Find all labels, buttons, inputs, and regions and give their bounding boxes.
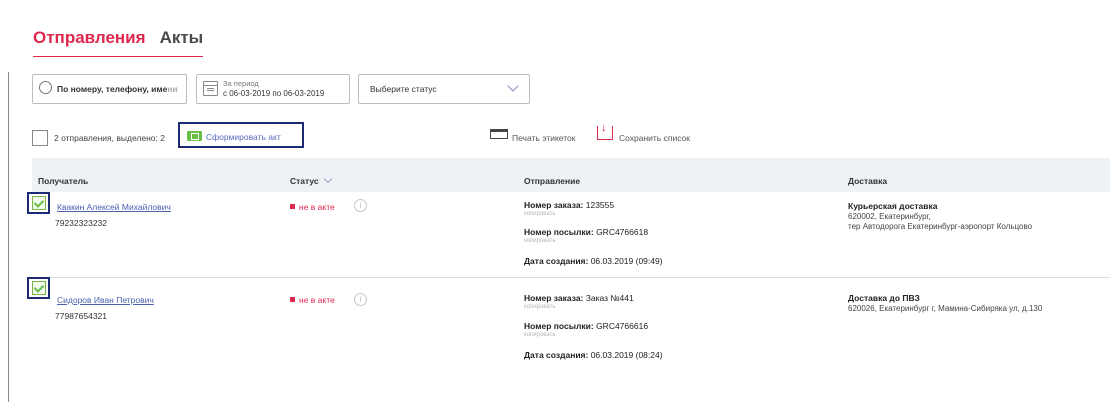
delivery-address-line-1: 620002, Екатеринбург, <box>848 212 931 221</box>
delivery-type: Доставка до ПВЗ <box>848 293 920 303</box>
search-placeholder: По номеру, телефону, имени <box>57 84 178 94</box>
period-value: с 06-03-2019 по 06-03-2019 <box>223 89 325 98</box>
order-number: Номер заказа: Заказ №441 <box>524 293 634 303</box>
created-date: Дата создания: 06.03.2019 (08:24) <box>524 350 663 360</box>
delivery-address-line-1: 620026, Екатеринбург г, Мамина-Сибиряка … <box>848 304 1043 313</box>
delivery-type: Курьерская доставка <box>848 201 938 211</box>
table-row: Квакин Алексей Михайлович 79232323232 не… <box>27 192 1110 278</box>
copy-order-link[interactable]: копировать <box>524 211 556 217</box>
left-divider <box>8 72 9 402</box>
table-row: Сидоров Иван Петрович 77987654321 не в а… <box>27 277 1110 387</box>
search-input[interactable]: По номеру, телефону, имени <box>32 74 187 104</box>
created-date: Дата создания: 06.03.2019 (09:49) <box>524 256 663 266</box>
order-number: Номер заказа: 123555 <box>524 200 615 210</box>
tabs: Отправления Акты <box>33 28 203 54</box>
save-list-label: Сохранить список <box>619 133 690 143</box>
recipient-phone: 77987654321 <box>55 311 108 321</box>
table-header: Получатель Статус Отправление Доставка <box>32 158 1110 192</box>
select-all-checkbox[interactable] <box>32 130 48 146</box>
info-icon[interactable]: i <box>354 293 367 306</box>
recipient-phone: 79232323232 <box>55 218 108 228</box>
header-delivery: Доставка <box>848 176 888 186</box>
download-icon <box>597 122 613 140</box>
print-labels-label: Печать этикеток <box>512 133 576 143</box>
search-icon <box>39 81 52 94</box>
tab-shipments[interactable]: Отправления <box>33 28 146 54</box>
row-checkbox[interactable] <box>32 281 46 295</box>
create-act-button[interactable]: Сформировать акт <box>178 122 304 148</box>
copy-order-link[interactable]: копировать <box>524 304 556 310</box>
info-icon[interactable]: i <box>354 199 367 212</box>
header-recipient: Получатель <box>38 176 89 186</box>
tab-underline <box>33 56 203 57</box>
period-label: За период <box>223 79 259 88</box>
parcel-number: Номер посылки: GRC4766616 <box>524 321 649 331</box>
period-picker[interactable]: За период с 06-03-2019 по 06-03-2019 <box>196 74 350 104</box>
header-status[interactable]: Статус <box>290 174 332 186</box>
status-badge: не в акте <box>290 295 335 305</box>
copy-parcel-link[interactable]: копировать <box>524 238 556 244</box>
copy-parcel-link[interactable]: копировать <box>524 332 556 338</box>
actions-bar: 2 отправления, выделено: 2 Сформировать … <box>32 122 1110 150</box>
delivery-address-line-2: тер Автодорога Екатеринбург-аэропорт Кол… <box>848 222 1033 231</box>
calendar-icon <box>203 81 218 96</box>
status-select-value: Выберите статус <box>370 84 437 94</box>
chevron-down-icon <box>507 80 519 92</box>
status-badge: не в акте <box>290 202 335 212</box>
create-act-label: Сформировать акт <box>206 132 281 142</box>
document-icon <box>187 131 202 141</box>
row-checkbox[interactable] <box>32 196 46 210</box>
chevron-down-icon <box>323 174 332 184</box>
parcel-number: Номер посылки: GRC4766618 <box>524 227 649 237</box>
selection-summary: 2 отправления, выделено: 2 <box>54 133 165 143</box>
header-shipment: Отправление <box>524 176 581 186</box>
recipient-name-link[interactable]: Квакин Алексей Михайлович <box>57 202 171 212</box>
printer-icon <box>490 129 508 139</box>
status-select[interactable]: Выберите статус <box>358 74 530 104</box>
recipient-name-link[interactable]: Сидоров Иван Петрович <box>57 295 154 305</box>
tab-acts[interactable]: Акты <box>160 28 204 54</box>
